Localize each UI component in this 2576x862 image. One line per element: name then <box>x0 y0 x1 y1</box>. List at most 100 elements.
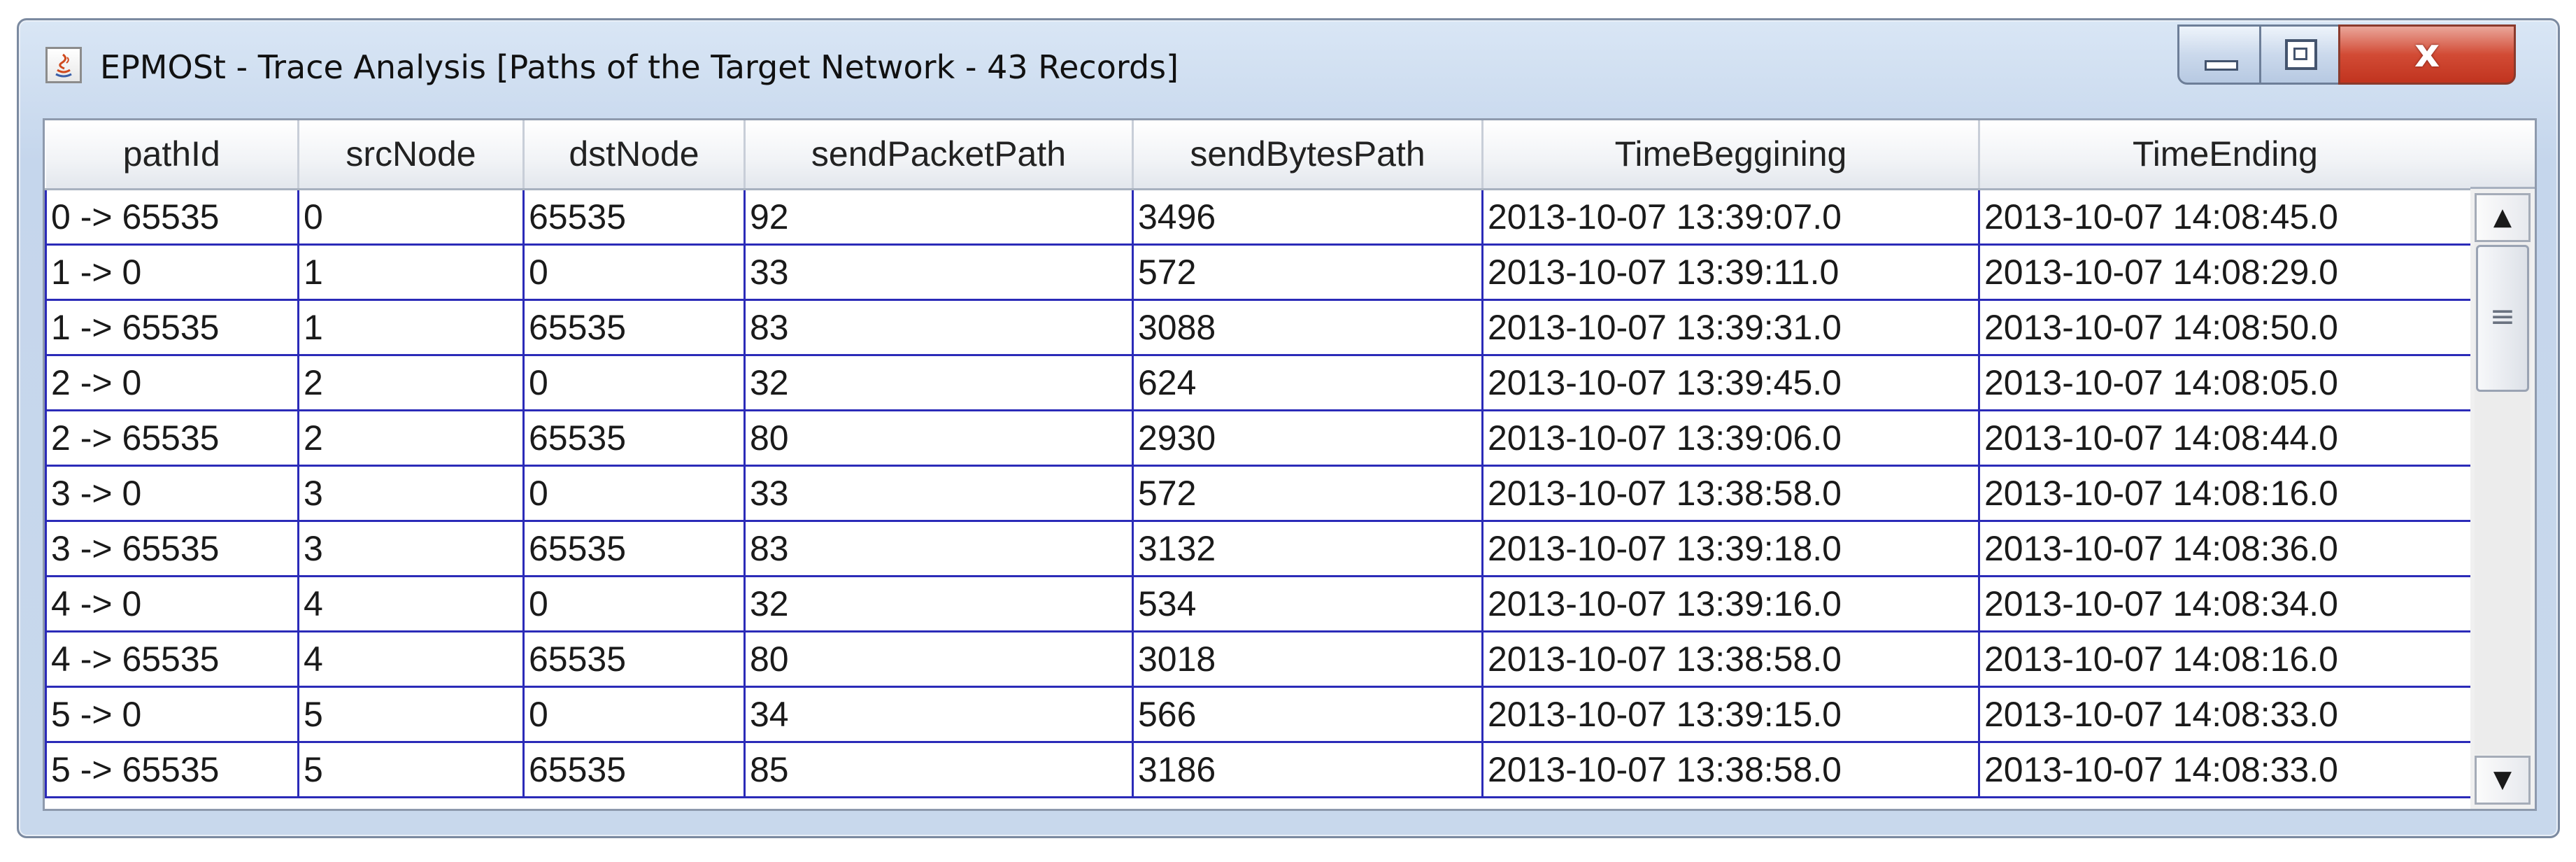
minimize-button[interactable] <box>2177 24 2261 85</box>
table-cell-sendpacketpath[interactable]: 34 <box>743 685 1134 743</box>
table-cell-timebeggining[interactable]: 2013-10-07 13:39:15.0 <box>1481 685 1980 743</box>
table-cell-timebeggining[interactable]: 2013-10-07 13:39:16.0 <box>1481 574 1980 633</box>
table-cell-timeending[interactable]: 2013-10-07 14:08:34.0 <box>1978 574 2472 633</box>
table-cell-dstnode[interactable]: 0 <box>522 464 746 522</box>
table-cell-srcnode[interactable]: 2 <box>297 409 525 467</box>
table-cell-srcnode[interactable]: 1 <box>297 298 525 356</box>
table-cell-dstnode[interactable]: 65535 <box>522 519 746 577</box>
column-header-timebeggining[interactable]: TimeBeggining <box>1482 120 1980 190</box>
table-cell-sendbytespath[interactable]: 3018 <box>1132 630 1483 688</box>
table-cell-dstnode[interactable]: 65535 <box>522 298 746 356</box>
table-cell-srcnode[interactable]: 1 <box>297 243 525 301</box>
table-row[interactable]: 5 -> 0 5 0 34 566 2013-10-07 13:39:15.0 2013-1… <box>45 685 2472 743</box>
table-cell-sendbytespath[interactable]: 3186 <box>1132 740 1483 798</box>
table-cell-srcnode[interactable]: 4 <box>297 630 525 688</box>
table-cell-srcnode[interactable]: 2 <box>297 353 525 411</box>
table-cell-timebeggining[interactable]: 2013-10-07 13:39:06.0 <box>1481 409 1980 467</box>
title-bar[interactable]: EPMOSt - Trace Analysis [Paths of the Ta… <box>19 20 2558 111</box>
table-cell-pathid[interactable]: 5 -> 65535 <box>45 740 299 798</box>
table-cell-sendpacketpath[interactable]: 80 <box>743 409 1134 467</box>
table-cell-timebeggining[interactable]: 2013-10-07 13:39:45.0 <box>1481 353 1980 411</box>
table-cell-dstnode[interactable]: 0 <box>522 243 746 301</box>
java-app-icon[interactable] <box>45 47 82 83</box>
table-cell-timeending[interactable]: 2013-10-07 14:08:05.0 <box>1978 353 2472 411</box>
table-cell-sendpacketpath[interactable]: 83 <box>743 298 1134 356</box>
column-header-timeending[interactable]: TimeEnding <box>1979 120 2472 190</box>
scroll-up-arrow-icon[interactable]: ▲ <box>2475 193 2531 242</box>
scroll-down-arrow-icon[interactable]: ▼ <box>2475 756 2531 805</box>
table-cell-timeending[interactable]: 2013-10-07 14:08:50.0 <box>1978 298 2472 356</box>
table-cell-sendpacketpath[interactable]: 83 <box>743 519 1134 577</box>
table-row[interactable]: 3 -> 65535 3 65535 83 3132 2013-10-07 13:39:1… <box>45 519 2472 577</box>
table-cell-pathid[interactable]: 4 -> 0 <box>45 574 299 633</box>
table-cell-timeending[interactable]: 2013-10-07 14:08:33.0 <box>1978 740 2472 798</box>
table-cell-pathid[interactable]: 2 -> 0 <box>45 353 299 411</box>
table-cell-sendbytespath[interactable]: 566 <box>1132 685 1483 743</box>
table-cell-sendpacketpath[interactable]: 33 <box>743 464 1134 522</box>
table-cell-timeending[interactable]: 2013-10-07 14:08:44.0 <box>1978 409 2472 467</box>
table-cell-sendbytespath[interactable]: 3088 <box>1132 298 1483 356</box>
table-cell-pathid[interactable]: 5 -> 0 <box>45 685 299 743</box>
table-cell-srcnode[interactable]: 0 <box>297 188 525 246</box>
table-cell-pathid[interactable]: 3 -> 0 <box>45 464 299 522</box>
table-cell-dstnode[interactable]: 65535 <box>522 630 746 688</box>
table-cell-timebeggining[interactable]: 2013-10-07 13:39:07.0 <box>1481 188 1980 246</box>
table-cell-srcnode[interactable]: 3 <box>297 519 525 577</box>
table-cell-dstnode[interactable]: 65535 <box>522 188 746 246</box>
table-row[interactable]: 3 -> 0 3 0 33 572 2013-10-07 13:38:58.0 2013-1… <box>45 464 2472 522</box>
table-row[interactable]: 2 -> 65535 2 65535 80 2930 2013-10-07 13:39:0… <box>45 409 2472 467</box>
table-cell-srcnode[interactable]: 5 <box>297 740 525 798</box>
table-cell-timebeggining[interactable]: 2013-10-07 13:39:31.0 <box>1481 298 1980 356</box>
table-cell-timebeggining[interactable]: 2013-10-07 13:39:11.0 <box>1481 243 1980 301</box>
table-cell-timeending[interactable]: 2013-10-07 14:08:33.0 <box>1978 685 2472 743</box>
table-cell-sendpacketpath[interactable]: 80 <box>743 630 1134 688</box>
table-cell-timeending[interactable]: 2013-10-07 14:08:16.0 <box>1978 630 2472 688</box>
table-cell-pathid[interactable]: 3 -> 65535 <box>45 519 299 577</box>
table-cell-srcnode[interactable]: 5 <box>297 685 525 743</box>
table-cell-dstnode[interactable]: 65535 <box>522 409 746 467</box>
table-row[interactable]: 1 -> 65535 1 65535 83 3088 2013-10-07 13:39:3… <box>45 298 2472 356</box>
table-cell-dstnode[interactable]: 65535 <box>522 740 746 798</box>
table-cell-sendpacketpath[interactable]: 85 <box>743 740 1134 798</box>
table-cell-sendbytespath[interactable]: 2930 <box>1132 409 1483 467</box>
column-header-dstnode[interactable]: dstNode <box>523 120 746 190</box>
table-cell-timeending[interactable]: 2013-10-07 14:08:29.0 <box>1978 243 2472 301</box>
table-cell-sendbytespath[interactable]: 624 <box>1132 353 1483 411</box>
table-cell-dstnode[interactable]: 0 <box>522 353 746 411</box>
table-cell-dstnode[interactable]: 0 <box>522 574 746 633</box>
column-header-sendbytespath[interactable]: sendBytesPath <box>1132 120 1483 190</box>
table-cell-pathid[interactable]: 1 -> 65535 <box>45 298 299 356</box>
table-row[interactable]: 4 -> 0 4 0 32 534 2013-10-07 13:39:16.0 2013-1… <box>45 574 2472 633</box>
table-cell-timebeggining[interactable]: 2013-10-07 13:38:58.0 <box>1481 464 1980 522</box>
table-cell-sendpacketpath[interactable]: 32 <box>743 353 1134 411</box>
table-row[interactable]: 5 -> 65535 5 65535 85 3186 2013-10-07 13:38:5… <box>45 740 2472 798</box>
table-cell-pathid[interactable]: 2 -> 65535 <box>45 409 299 467</box>
table-cell-timebeggining[interactable]: 2013-10-07 13:38:58.0 <box>1481 740 1980 798</box>
table-cell-dstnode[interactable]: 0 <box>522 685 746 743</box>
table-cell-sendbytespath[interactable]: 3132 <box>1132 519 1483 577</box>
table-cell-pathid[interactable]: 1 -> 0 <box>45 243 299 301</box>
scroll-thumb[interactable]: ≡ <box>2476 245 2529 392</box>
column-header-srcnode[interactable]: srcNode <box>298 120 525 190</box>
table-row[interactable]: 2 -> 0 2 0 32 624 2013-10-07 13:39:45.0 2013-1… <box>45 353 2472 411</box>
column-header-sendpacketpath[interactable]: sendPacketPath <box>744 120 1134 190</box>
table-cell-sendbytespath[interactable]: 3496 <box>1132 188 1483 246</box>
table-cell-sendbytespath[interactable]: 572 <box>1132 243 1483 301</box>
table-cell-srcnode[interactable]: 4 <box>297 574 525 633</box>
table-row[interactable]: 4 -> 65535 4 65535 80 3018 2013-10-07 13:38:5… <box>45 630 2472 688</box>
close-button[interactable]: x <box>2338 24 2516 85</box>
table-cell-timebeggining[interactable]: 2013-10-07 13:39:18.0 <box>1481 519 1980 577</box>
table-row[interactable]: 0 -> 65535 0 65535 92 3496 2013-10-07 13:39:0… <box>45 188 2472 246</box>
column-header-pathid[interactable]: pathId <box>45 120 299 190</box>
table-row[interactable]: 1 -> 0 1 0 33 572 2013-10-07 13:39:11.0 2013-1… <box>45 243 2472 301</box>
maximize-button[interactable] <box>2259 24 2340 85</box>
table-cell-pathid[interactable]: 4 -> 65535 <box>45 630 299 688</box>
vertical-scrollbar[interactable]: ▲ ≡ ▼ <box>2470 120 2535 809</box>
table-cell-sendbytespath[interactable]: 534 <box>1132 574 1483 633</box>
table-cell-sendpacketpath[interactable]: 33 <box>743 243 1134 301</box>
table-cell-srcnode[interactable]: 3 <box>297 464 525 522</box>
table-cell-sendpacketpath[interactable]: 32 <box>743 574 1134 633</box>
table-cell-timebeggining[interactable]: 2013-10-07 13:38:58.0 <box>1481 630 1980 688</box>
table-cell-pathid[interactable]: 0 -> 65535 <box>45 188 299 246</box>
table-cell-timeending[interactable]: 2013-10-07 14:08:36.0 <box>1978 519 2472 577</box>
